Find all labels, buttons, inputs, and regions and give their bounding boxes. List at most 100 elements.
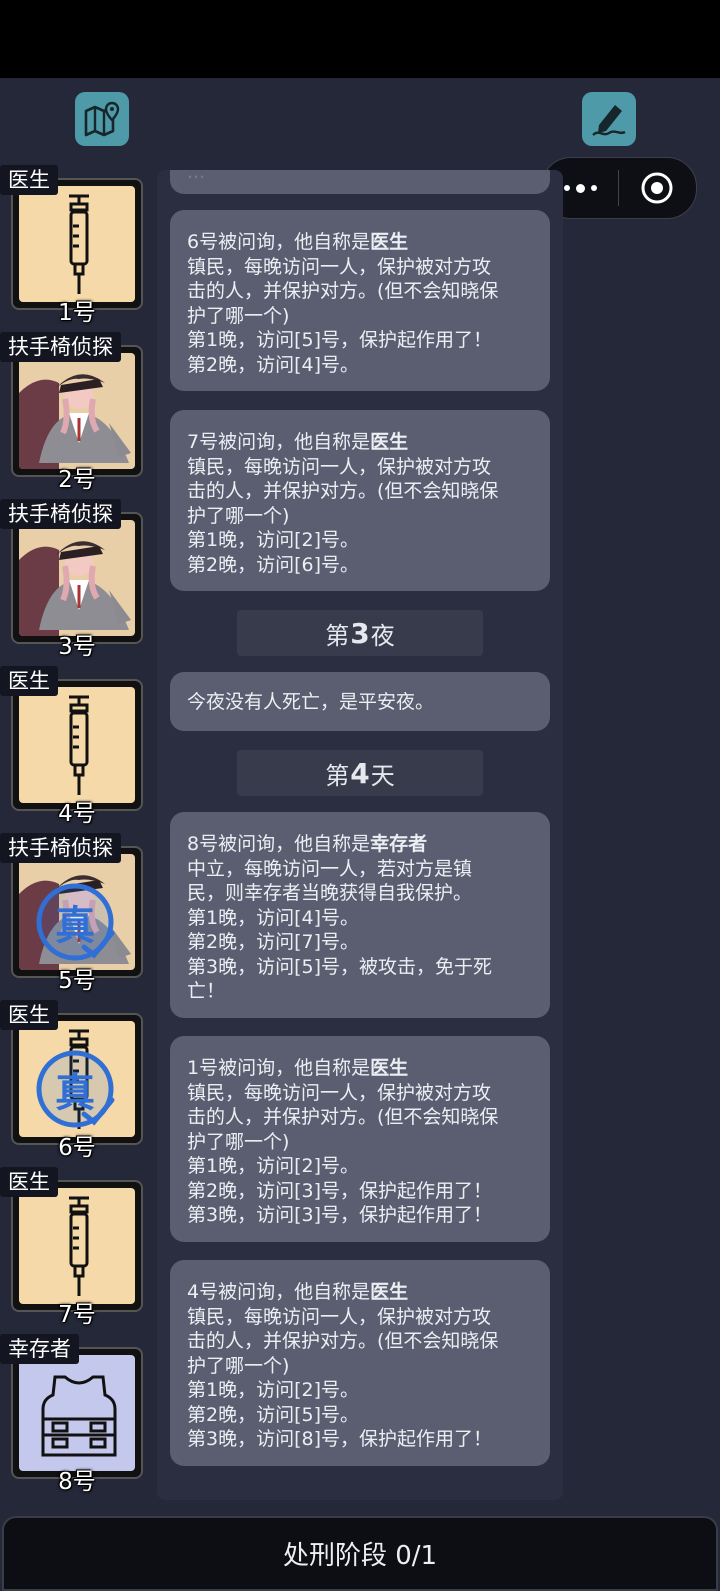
message-intro-line: 7号被问询，他自称是医生 bbox=[187, 430, 534, 455]
message-line: 击的人，并保护对方。(但不会知晓保 bbox=[187, 280, 499, 302]
player-card-8[interactable]: 幸存者 8号 bbox=[0, 1334, 146, 1495]
execution-phase-label: 处刑阶段 0/1 bbox=[282, 1541, 438, 1571]
syringe-portrait-icon bbox=[19, 687, 135, 803]
player-card-6[interactable]: 真 医生 6号 bbox=[0, 1000, 146, 1161]
message-bubble: 7号被问询，他自称是医生 镇民，每晚访问一人，保护被对方攻 击的人，并保护对方。(但… bbox=[170, 410, 550, 591]
player-number: 6号 bbox=[58, 1135, 96, 1161]
message-intro: 今夜没有人死亡，是平安夜。 bbox=[187, 691, 435, 713]
detective-portrait-icon bbox=[19, 520, 135, 636]
player-role-tag: 幸存者 bbox=[0, 1334, 79, 1364]
pen-note-icon bbox=[592, 105, 626, 136]
message-intro-line: 今夜没有人死亡，是平安夜。 bbox=[187, 690, 534, 715]
message-line: 击的人，并保护对方。(但不会知晓保 bbox=[187, 1106, 499, 1128]
player-portrait bbox=[11, 679, 143, 811]
claimed-role: 幸存者 bbox=[370, 833, 428, 855]
syringe-portrait-icon bbox=[19, 1188, 135, 1304]
phase-divider: 第4天 bbox=[237, 750, 483, 796]
player-card-5[interactable]: 真 扶手椅侦探 5号 bbox=[0, 833, 146, 994]
message-line: 护了哪一个) bbox=[187, 304, 290, 327]
message-line: 镇民，每晚访问一人，保护被对方攻 bbox=[187, 1081, 492, 1104]
message-line: 镇民，每晚访问一人，保护被对方攻 bbox=[187, 1305, 492, 1328]
message-line: 第2晚，访问[4]号。 bbox=[187, 353, 360, 376]
claimed-role: 医生 bbox=[370, 231, 409, 253]
message-line: 护了哪一个) bbox=[187, 504, 290, 527]
player-portrait bbox=[11, 512, 143, 644]
message-line: 第2晚，访问[7]号。 bbox=[187, 931, 360, 953]
message-intro-line: 8号被问询，他自称是幸存者 bbox=[187, 832, 534, 857]
message-line: 第1晚，访问[2]号。 bbox=[187, 529, 360, 551]
phase-suffix: 夜 bbox=[370, 621, 395, 650]
message-line: 镇民，每晚访问一人，保护被对方攻 bbox=[187, 255, 492, 278]
target-circle-icon bbox=[641, 172, 673, 204]
player-number: 1号 bbox=[58, 300, 96, 326]
phase-prefix: 第 bbox=[325, 621, 350, 650]
message-intro-line: 1号被问询，他自称是医生 bbox=[187, 1056, 534, 1081]
player-number: 3号 bbox=[58, 634, 96, 660]
player-role-tag: 扶手椅侦探 bbox=[0, 332, 121, 362]
phase-number: 3 bbox=[350, 616, 370, 650]
player-number: 2号 bbox=[58, 467, 96, 493]
message-intro: 1号被问询，他自称是 bbox=[187, 1057, 371, 1079]
execution-phase-bar[interactable]: 处刑阶段 0/1 bbox=[2, 1516, 718, 1591]
claimed-role: 医生 bbox=[370, 1057, 409, 1079]
player-card-2[interactable]: 扶手椅侦探 2号 bbox=[0, 332, 146, 493]
map-button[interactable] bbox=[75, 92, 129, 146]
player-number: 7号 bbox=[58, 1302, 96, 1328]
message-line: 第2晚，访问[3]号，保护起作用了！ bbox=[187, 1179, 493, 1202]
message-line: 击的人，并保护对方。(但不会知晓保 bbox=[187, 1330, 499, 1352]
message-line: 第1晚，访问[5]号，保护起作用了！ bbox=[187, 329, 493, 351]
player-card-4[interactable]: 医生 4号 bbox=[0, 666, 146, 827]
phase-suffix: 天 bbox=[370, 761, 395, 790]
message-intro-line: 6号被问询，他自称是医生 bbox=[187, 230, 534, 255]
message-intro: 8号被问询，他自称是 bbox=[187, 833, 371, 855]
player-number: 8号 bbox=[58, 1469, 96, 1495]
more-dots-icon bbox=[563, 183, 597, 193]
message-line: 第3晚，访问[8]号，保护起作用了！ bbox=[187, 1428, 493, 1450]
message-bubble: 6号被问询，他自称是医生 镇民，每晚访问一人，保护被对方攻 击的人，并保护对方。(但… bbox=[170, 210, 550, 391]
message-line: 民，则幸存者当晚获得自我保护。 bbox=[187, 882, 473, 904]
player-role-tag: 医生 bbox=[0, 1167, 58, 1197]
player-role-tag: 医生 bbox=[0, 1000, 58, 1030]
player-portrait bbox=[11, 1180, 143, 1312]
detective-portrait-icon bbox=[19, 353, 135, 469]
close-button[interactable] bbox=[619, 158, 695, 218]
player-portrait bbox=[11, 1347, 143, 1479]
message-line: 第3晚，访问[5]号，被攻击，免于死 bbox=[187, 955, 493, 978]
message-line: 第3晚，访问[3]号，保护起作用了！ bbox=[187, 1204, 493, 1226]
message-intro-line: 4号被问询，他自称是医生 bbox=[187, 1280, 534, 1305]
claimed-role: 医生 bbox=[370, 431, 409, 453]
message-bubble-partial: ... bbox=[170, 170, 550, 194]
message-intro: 6号被问询，他自称是 bbox=[187, 231, 371, 253]
mini-program-capsule bbox=[541, 157, 697, 219]
message-line: 护了哪一个) bbox=[187, 1130, 290, 1153]
message-line: 第1晚，访问[4]号。 bbox=[187, 906, 360, 929]
player-card-3[interactable]: 扶手椅侦探 3号 bbox=[0, 499, 146, 660]
player-number: 4号 bbox=[58, 801, 96, 827]
message-line: 第1晚，访问[2]号。 bbox=[187, 1379, 360, 1401]
syringe-portrait-icon bbox=[19, 186, 135, 302]
player-portrait bbox=[11, 178, 143, 310]
message-line: 镇民，每晚访问一人，保护被对方攻 bbox=[187, 455, 492, 478]
message-bubble: 4号被问询，他自称是医生 镇民，每晚访问一人，保护被对方攻 击的人，并保护对方。(但… bbox=[170, 1260, 550, 1466]
message-fragment: ... bbox=[187, 170, 206, 183]
message-line: 击的人，并保护对方。(但不会知晓保 bbox=[187, 480, 499, 502]
vest-portrait-icon bbox=[19, 1355, 135, 1471]
player-role-tag: 医生 bbox=[0, 666, 58, 696]
player-number: 5号 bbox=[58, 968, 96, 994]
status-bar bbox=[0, 0, 720, 78]
message-feed[interactable]: ... 6号被问询，他自称是医生 镇民，每晚访问一人，保护被对方攻 击的人，并保护对… bbox=[157, 170, 563, 1500]
player-card-1[interactable]: 医生 1号 bbox=[0, 165, 146, 326]
message-line: 第1晚，访问[2]号。 bbox=[187, 1155, 360, 1177]
verified-badge-icon: 真 bbox=[34, 1048, 116, 1130]
message-bubble: 8号被问询，他自称是幸存者 中立，每晚访问一人，若对方是镇 民，则幸存者当晚获得自我… bbox=[170, 812, 550, 1018]
message-line: 第2晚，访问[5]号。 bbox=[187, 1403, 360, 1426]
map-pin-icon bbox=[84, 101, 120, 137]
message-line: 护了哪一个) bbox=[187, 1354, 290, 1377]
player-card-7[interactable]: 医生 7号 bbox=[0, 1167, 146, 1328]
message-bubble: 今夜没有人死亡，是平安夜。 bbox=[170, 672, 550, 731]
message-intro: 7号被问询，他自称是 bbox=[187, 431, 371, 453]
verified-badge-icon: 真 bbox=[34, 881, 116, 963]
verified-badge-text: 真 bbox=[55, 903, 95, 949]
notes-button[interactable] bbox=[582, 92, 636, 146]
message-line: 亡！ bbox=[187, 980, 226, 1002]
